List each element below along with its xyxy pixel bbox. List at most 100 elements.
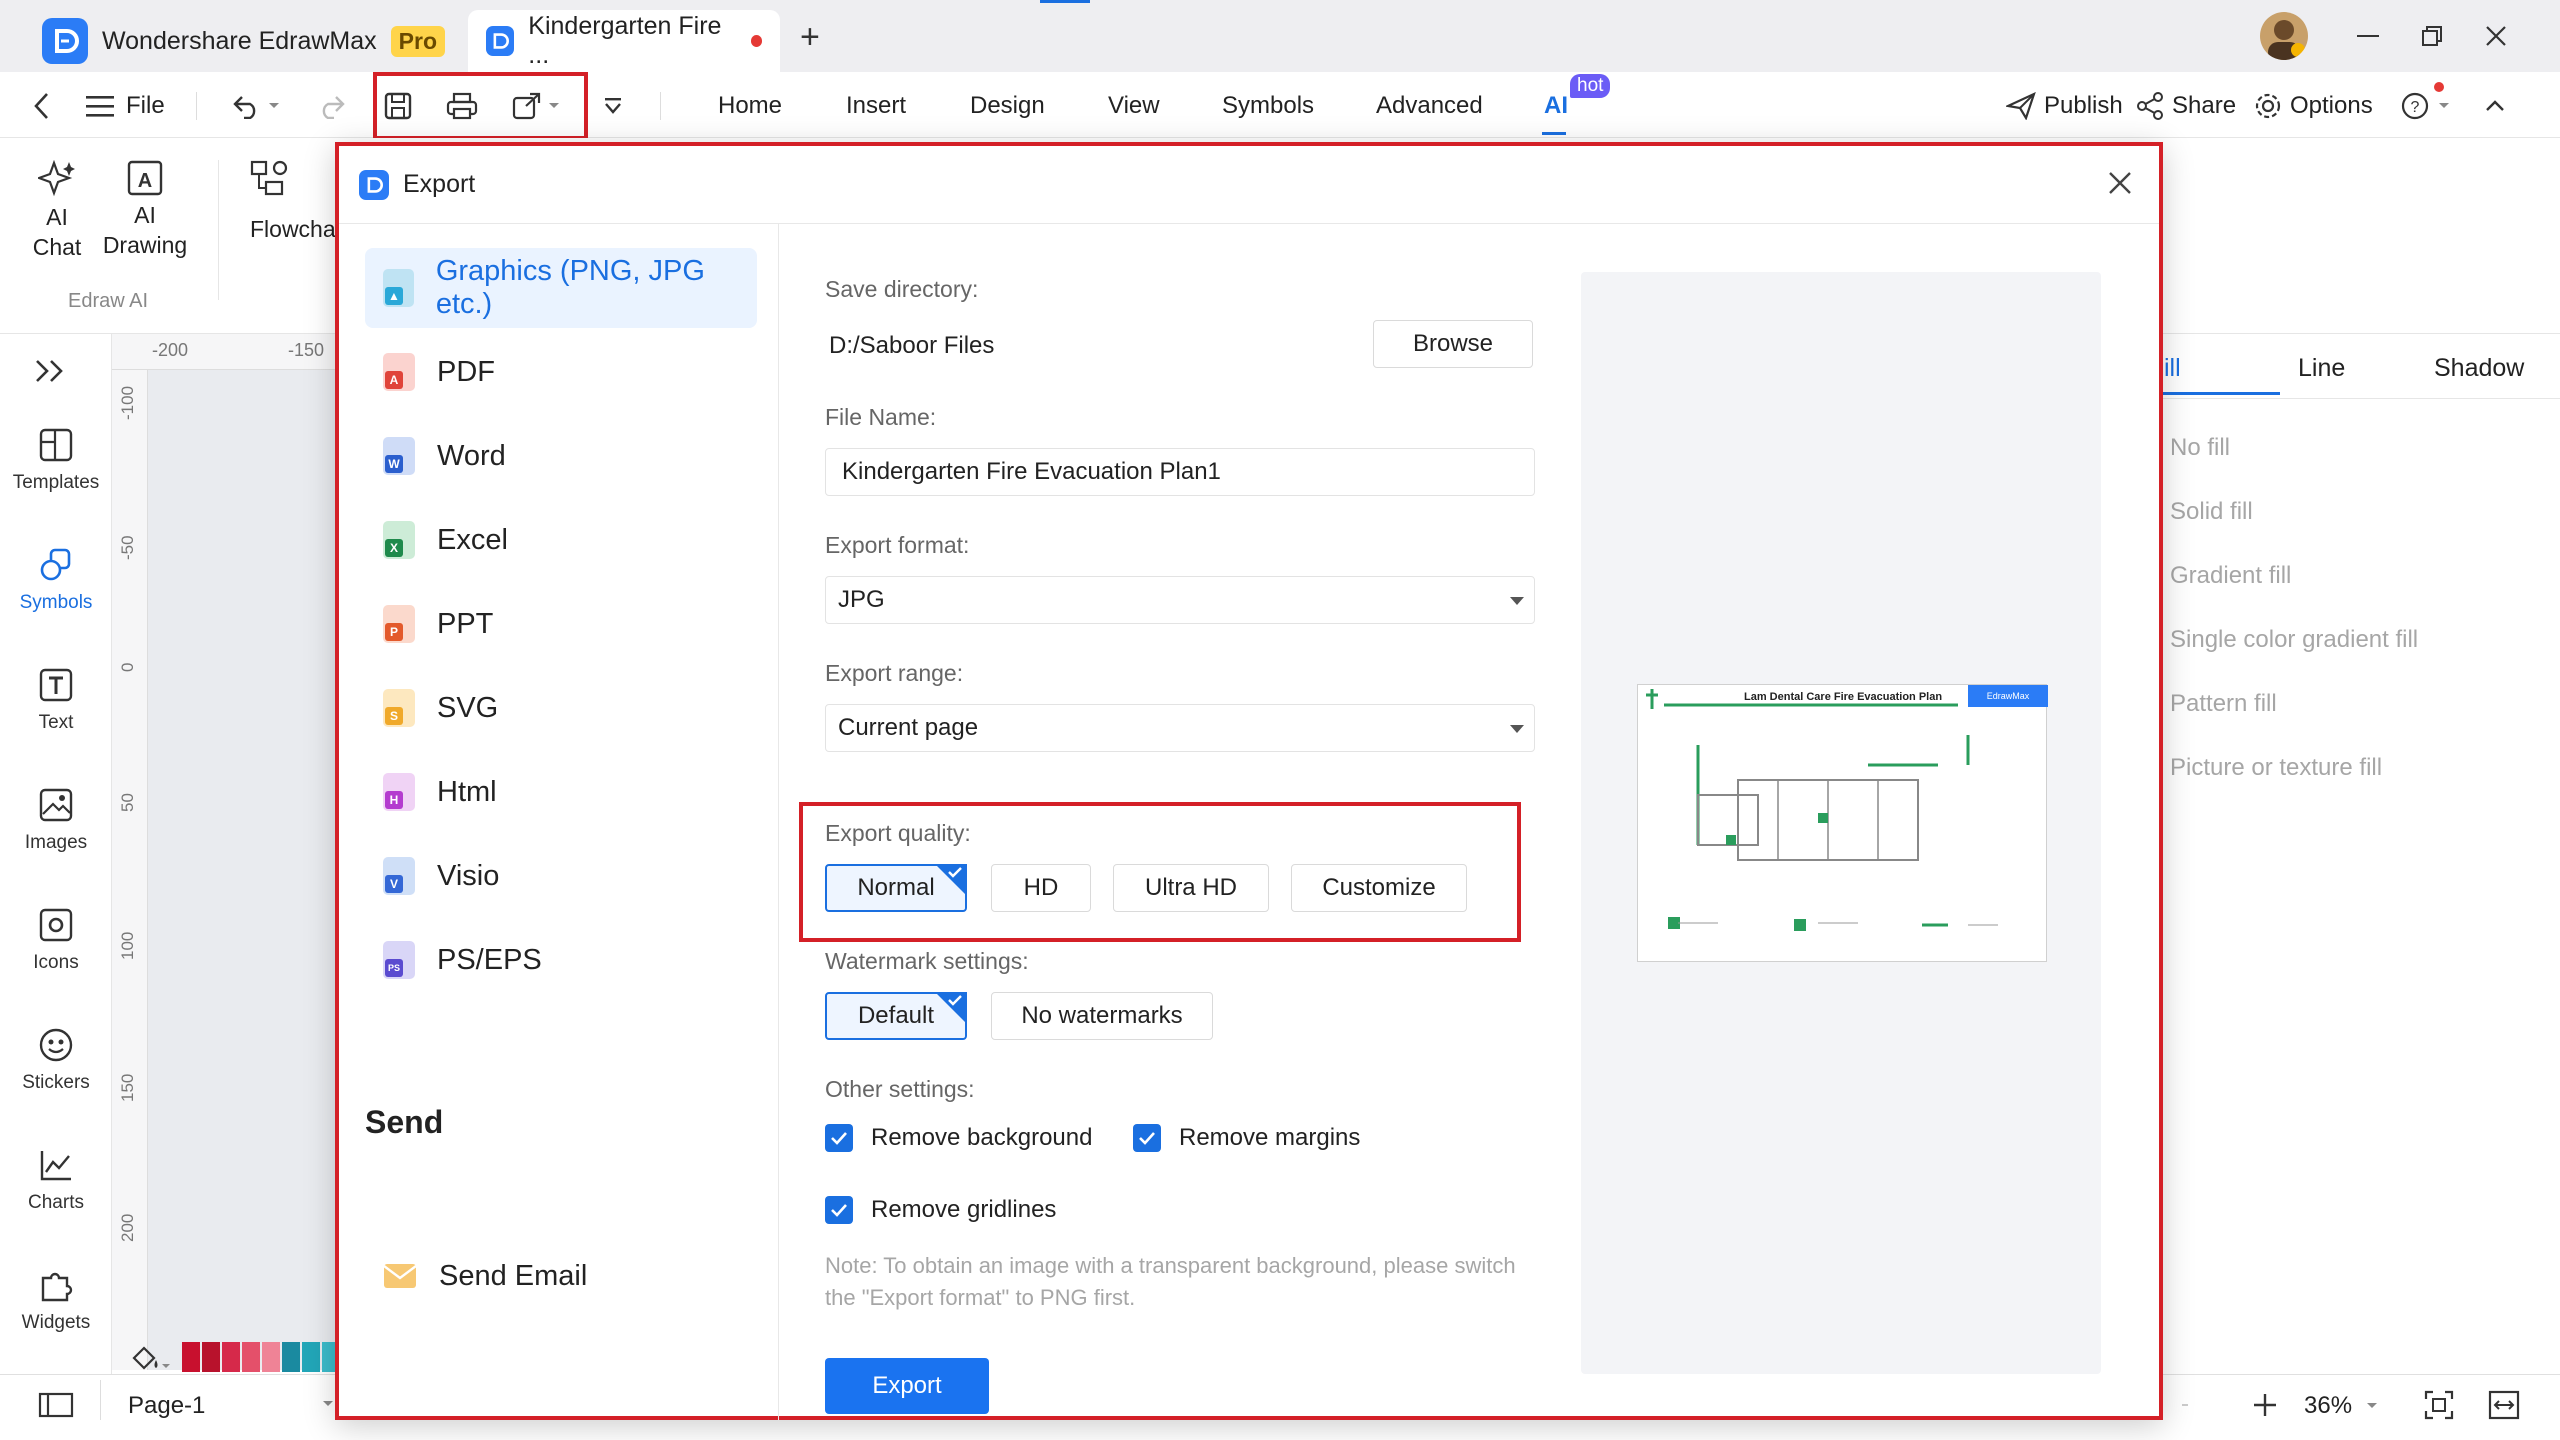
tab-shadow[interactable]: Shadow — [2434, 354, 2524, 383]
fill-option-solid[interactable]: Solid fill — [2170, 498, 2253, 526]
ai-chat-button[interactable]: AI Chat — [24, 160, 90, 262]
sidebar-item-symbols[interactable]: Symbols — [0, 548, 112, 614]
share-button[interactable]: Share — [2136, 86, 2236, 126]
sidebar-item-text[interactable]: Text — [0, 668, 112, 734]
back-icon[interactable] — [24, 86, 60, 126]
nav-item-send-email[interactable]: Send Email — [365, 1236, 757, 1316]
quality-customize-button[interactable]: Customize — [1291, 864, 1467, 912]
color-swatch[interactable] — [202, 1342, 220, 1372]
nav-item-svg[interactable]: S SVG — [365, 668, 757, 748]
fill-option-single-gradient[interactable]: Single color gradient fill — [2170, 626, 2418, 654]
sidebar-item-icons[interactable]: Icons — [0, 908, 112, 974]
color-swatch[interactable] — [282, 1342, 300, 1372]
tab-view[interactable]: View — [1108, 88, 1160, 124]
export-range-select[interactable]: Current page — [825, 704, 1535, 752]
close-icon[interactable] — [2103, 166, 2137, 200]
divider — [2140, 398, 2560, 399]
quality-ultra-hd-button[interactable]: Ultra HD — [1113, 864, 1269, 912]
nav-item-graphics[interactable]: ▲ Graphics (PNG, JPG etc.) — [365, 248, 757, 328]
close-window-icon[interactable] — [2466, 14, 2526, 58]
zoom-slider-track[interactable] — [2182, 1404, 2188, 1406]
sidebar-item-templates[interactable]: Templates — [0, 428, 112, 494]
export-logo-icon — [359, 169, 389, 200]
watermark-default-button[interactable]: Default — [825, 992, 967, 1040]
redo-icon[interactable] — [316, 86, 346, 126]
fill-option-none[interactable]: No fill — [2170, 434, 2230, 462]
sidebar-item-stickers[interactable]: Stickers — [0, 1028, 112, 1094]
avatar[interactable] — [2260, 12, 2308, 60]
tab-insert[interactable]: Insert — [846, 88, 906, 124]
chevron-down-icon[interactable] — [2366, 1402, 2378, 1410]
pro-badge[interactable]: Pro — [390, 25, 446, 57]
export-format-select[interactable]: JPG — [825, 576, 1535, 624]
file-label: File — [126, 92, 165, 119]
fill-option-gradient[interactable]: Gradient fill — [2170, 562, 2291, 590]
page-tab[interactable]: Page-1 — [128, 1392, 205, 1420]
file-name-field[interactable]: Kindergarten Fire Evacuation Plan1 — [825, 448, 1535, 496]
tab-advanced[interactable]: Advanced — [1376, 88, 1483, 124]
remove-gridlines-checkbox[interactable]: Remove gridlines — [825, 1196, 1056, 1224]
page-layout-icon[interactable] — [38, 1392, 74, 1418]
share-label: Share — [2172, 92, 2237, 119]
sidebar-item-charts[interactable]: Charts — [0, 1148, 112, 1214]
ai-chat-label-1: AI — [46, 204, 68, 230]
tab-home[interactable]: Home — [718, 88, 782, 124]
print-icon[interactable] — [444, 86, 480, 126]
document-tab[interactable]: Kindergarten Fire ... — [468, 10, 780, 72]
zoom-in-icon[interactable] — [2252, 1392, 2278, 1418]
export-menu-button[interactable] — [512, 86, 560, 126]
remove-background-checkbox[interactable]: Remove background — [825, 1124, 1092, 1152]
remove-margins-checkbox[interactable]: Remove margins — [1133, 1124, 1360, 1152]
quality-normal-button[interactable]: Normal — [825, 864, 967, 912]
quality-hd-button[interactable]: HD — [991, 864, 1091, 912]
browse-button[interactable]: Browse — [1373, 320, 1533, 368]
options-button[interactable]: Options — [2254, 86, 2373, 126]
nav-item-pdf[interactable]: A PDF — [365, 332, 757, 412]
fit-page-icon[interactable] — [2424, 1390, 2454, 1420]
nav-item-html[interactable]: H Html — [365, 752, 757, 832]
tab-fill[interactable]: ill — [2164, 354, 2181, 383]
color-swatch[interactable] — [182, 1342, 200, 1372]
checkmark-icon — [948, 867, 962, 878]
color-swatch[interactable] — [302, 1342, 320, 1372]
sidebar-item-images[interactable]: Images — [0, 788, 112, 854]
customize-toolbar-icon[interactable] — [604, 86, 622, 126]
nav-item-ps-eps[interactable]: PS PS/EPS — [365, 920, 757, 1000]
flowchart-button[interactable]: Flowcha — [250, 160, 340, 244]
fill-bucket-icon[interactable] — [130, 1344, 170, 1372]
tab-symbols[interactable]: Symbols — [1222, 88, 1314, 124]
export-button[interactable]: Export — [825, 1358, 989, 1414]
nav-item-excel[interactable]: X Excel — [365, 500, 757, 580]
tab-design[interactable]: Design — [970, 88, 1045, 124]
publish-button[interactable]: Publish — [2006, 86, 2123, 126]
expand-sidebar-icon[interactable] — [34, 358, 66, 384]
visio-file-icon: V — [383, 857, 415, 895]
edrawmax-logo-icon — [42, 18, 88, 64]
color-swatch[interactable] — [222, 1342, 240, 1372]
minimize-icon[interactable] — [2338, 14, 2398, 58]
help-button[interactable]: ? — [2400, 86, 2450, 126]
collapse-ribbon-icon[interactable] — [2480, 86, 2510, 126]
save-icon[interactable] — [380, 86, 416, 126]
save-directory-value[interactable]: D:/Saboor Files — [829, 332, 994, 360]
undo-button[interactable] — [232, 86, 280, 126]
zoom-level[interactable]: 36% — [2304, 1392, 2352, 1420]
fill-option-pattern[interactable]: Pattern fill — [2170, 690, 2277, 718]
fill-option-picture[interactable]: Picture or texture fill — [2170, 754, 2382, 782]
tab-ai[interactable]: AI — [1544, 88, 1568, 124]
color-swatch[interactable] — [262, 1342, 280, 1372]
nav-item-visio[interactable]: V Visio — [365, 836, 757, 916]
nav-item-ppt[interactable]: P PPT — [365, 584, 757, 664]
sidebar-item-widgets[interactable]: Widgets — [0, 1268, 112, 1334]
restore-icon[interactable] — [2402, 14, 2462, 58]
watermark-none-button[interactable]: No watermarks — [991, 992, 1213, 1040]
tab-line[interactable]: Line — [2298, 354, 2345, 383]
file-menu-button[interactable]: File — [86, 86, 165, 126]
fit-width-icon[interactable] — [2488, 1390, 2520, 1420]
chevron-down-icon[interactable] — [322, 1400, 334, 1408]
color-swatch[interactable] — [242, 1342, 260, 1372]
ai-drawing-button[interactable]: A AI Drawing — [98, 160, 192, 260]
checkbox-checked-icon — [825, 1124, 853, 1152]
new-tab-button[interactable]: + — [800, 18, 820, 57]
nav-item-word[interactable]: W Word — [365, 416, 757, 496]
